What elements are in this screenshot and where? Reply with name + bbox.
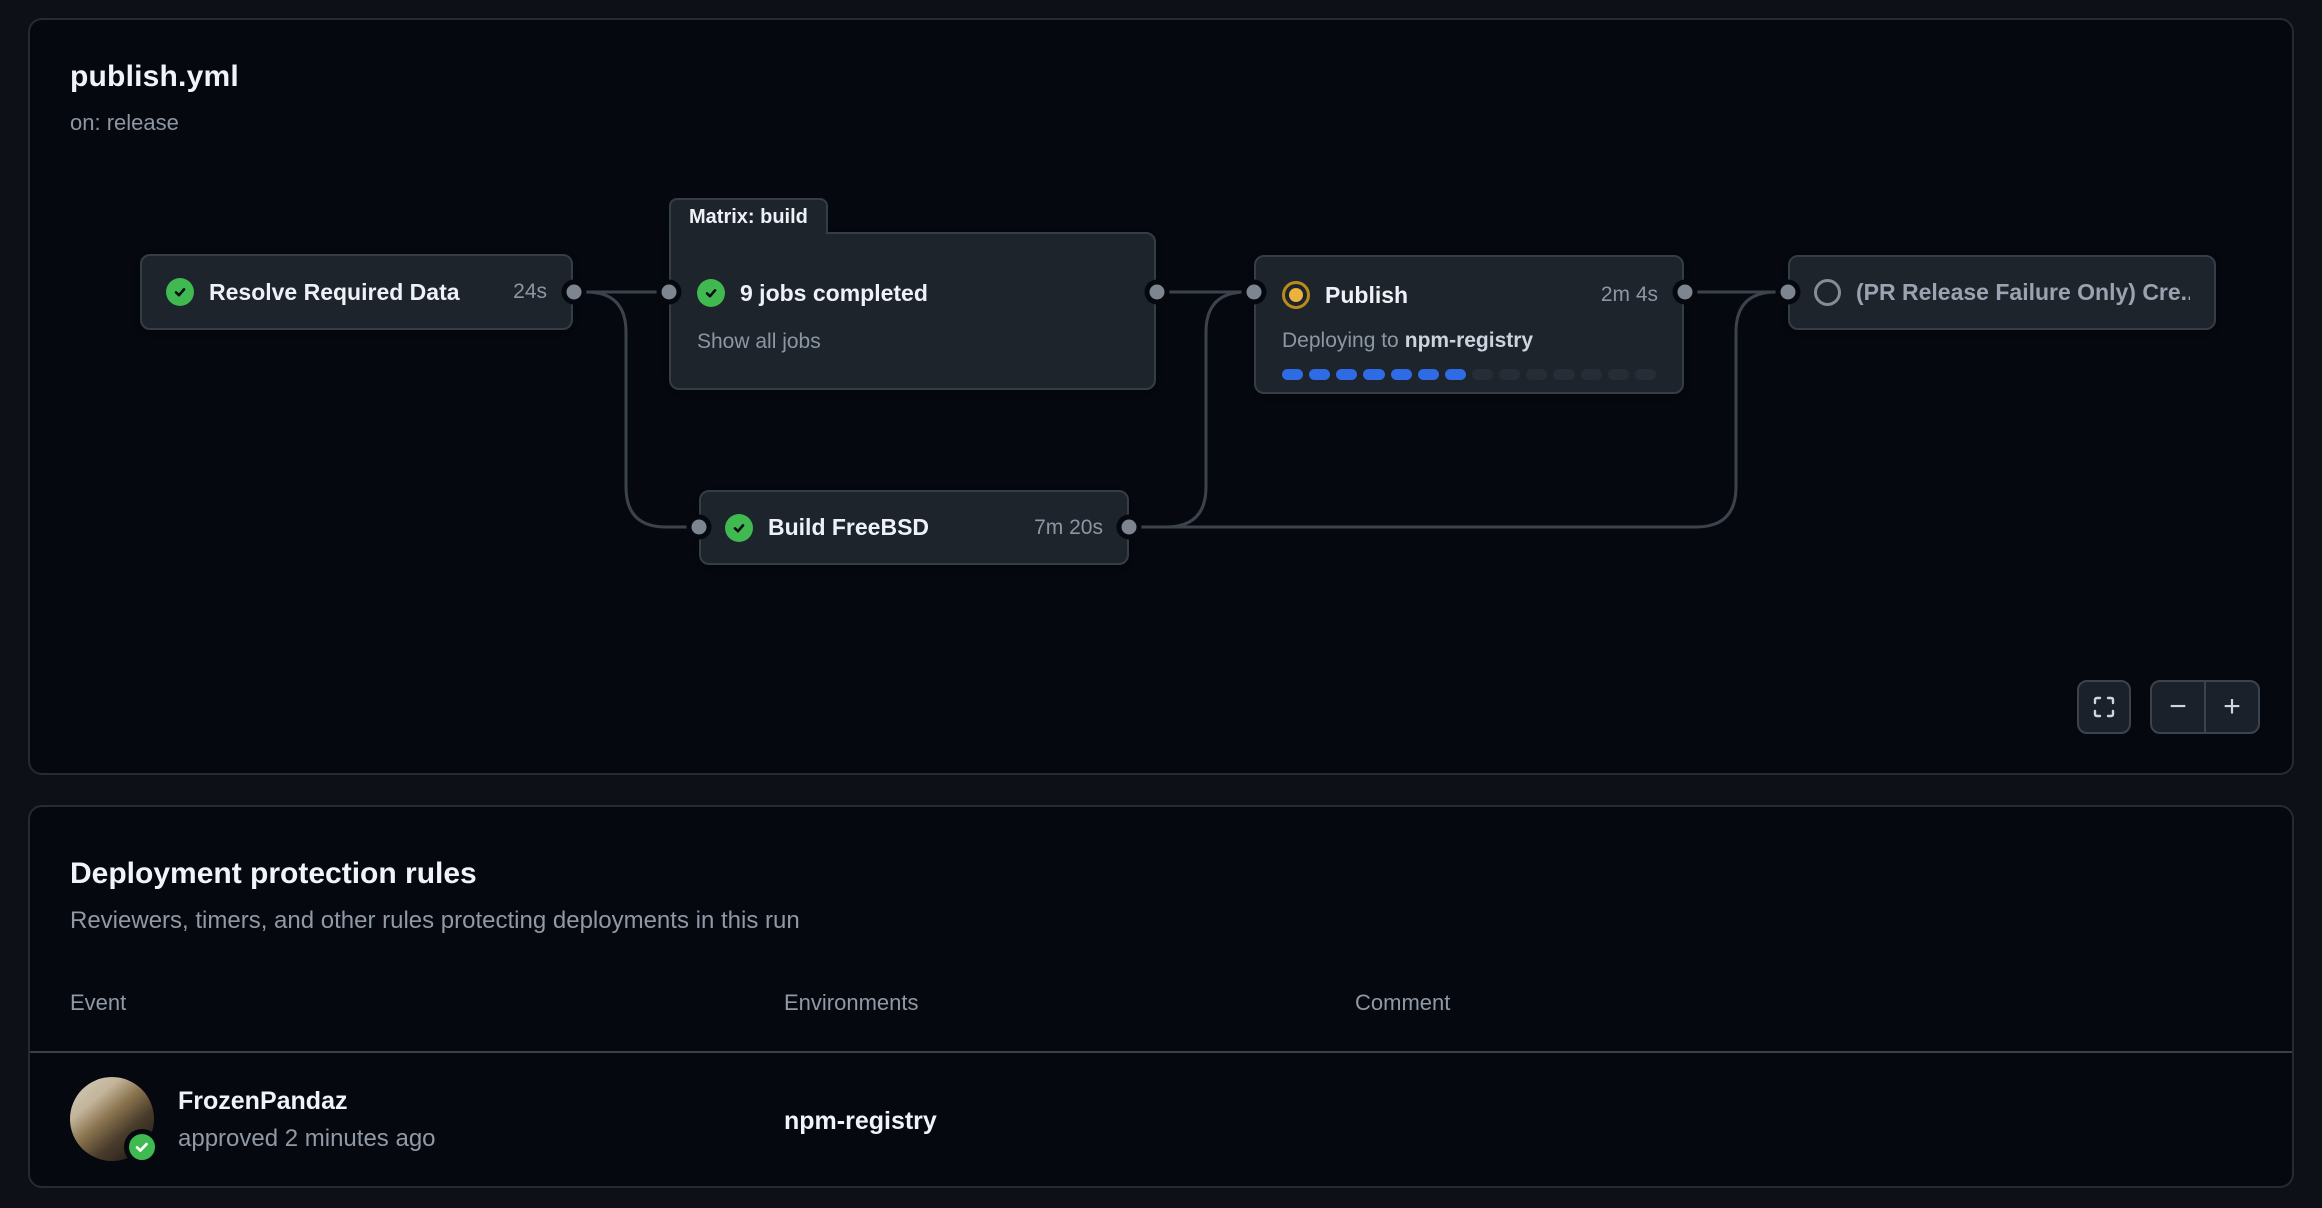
row-environment-name: npm-registry <box>784 1107 937 1136</box>
connector-dot <box>1678 285 1693 300</box>
progress-segment <box>1418 369 1439 380</box>
approved-badge-icon <box>124 1129 160 1165</box>
success-check-icon <box>725 514 753 542</box>
in-progress-icon <box>1282 281 1310 309</box>
job-node-build-freebsd[interactable]: Build FreeBSD 7m 20s <box>699 490 1129 565</box>
job-title: Publish <box>1325 282 1408 309</box>
deploy-prefix: Deploying to <box>1282 329 1399 352</box>
progress-segment <box>1391 369 1412 380</box>
column-header-environments: Environments <box>784 990 919 1016</box>
progress-segment <box>1635 369 1656 380</box>
job-node-resolve-required-data[interactable]: Resolve Required Data 24s <box>140 254 573 330</box>
progress-segment <box>1363 369 1384 380</box>
matrix-group-label: Matrix: build <box>689 206 808 229</box>
job-node-publish[interactable]: Publish 2m 4s Deploying to npm-registry <box>1254 255 1684 394</box>
table-header-divider <box>30 1051 2292 1053</box>
job-duration: 7m 20s <box>1020 516 1103 540</box>
approver-username: FrozenPandaz <box>178 1087 347 1116</box>
progress-segment <box>1526 369 1547 380</box>
job-title: (PR Release Failure Only) Cre... <box>1856 279 2190 306</box>
approval-status-text: approved 2 minutes ago <box>178 1125 436 1153</box>
job-node-pr-release-failure[interactable]: (PR Release Failure Only) Cre... <box>1788 255 2216 330</box>
progress-segment <box>1608 369 1629 380</box>
job-title: 9 jobs completed <box>740 280 928 307</box>
progress-segment <box>1472 369 1493 380</box>
progress-segment <box>1282 369 1303 380</box>
connector-dot <box>1247 285 1262 300</box>
connector-dot <box>692 520 707 535</box>
success-check-icon <box>697 279 725 307</box>
progress-segment <box>1445 369 1466 380</box>
progress-segment <box>1553 369 1574 380</box>
matrix-group-tab: Matrix: build <box>669 198 828 234</box>
deploy-status-text: Deploying to npm-registry <box>1282 329 1533 353</box>
panel-subtitle: Reviewers, timers, and other rules prote… <box>70 907 800 935</box>
panel-heading: Deployment protection rules <box>70 857 477 891</box>
job-title: Build FreeBSD <box>768 514 929 541</box>
connector-dot <box>1150 285 1165 300</box>
workflow-graph-panel: publish.yml on: release Resolve Required… <box>28 18 2294 775</box>
column-header-event: Event <box>70 990 126 1016</box>
progress-segment <box>1336 369 1357 380</box>
job-duration: 2m 4s <box>1587 283 1658 307</box>
deploy-progress-bar <box>1282 369 1656 380</box>
progress-segment <box>1309 369 1330 380</box>
deployment-protection-panel: Deployment protection rules Reviewers, t… <box>28 805 2294 1188</box>
avatar <box>70 1077 154 1161</box>
progress-segment <box>1499 369 1520 380</box>
connector-dot <box>1781 285 1796 300</box>
show-all-jobs-link[interactable]: Show all jobs <box>697 330 821 353</box>
environment-name: npm-registry <box>1405 329 1533 352</box>
job-node-matrix-build[interactable]: 9 jobs completed Show all jobs <box>669 232 1156 390</box>
connector-dot <box>1122 520 1137 535</box>
connector-dot <box>567 285 582 300</box>
job-duration: 24s <box>499 280 547 304</box>
job-title: Resolve Required Data <box>209 279 460 306</box>
connector-lines <box>30 20 2292 773</box>
column-header-comment: Comment <box>1355 990 1450 1016</box>
connector-dot <box>662 285 677 300</box>
pending-circle-icon <box>1814 279 1841 306</box>
success-check-icon <box>166 278 194 306</box>
progress-segment <box>1581 369 1602 380</box>
